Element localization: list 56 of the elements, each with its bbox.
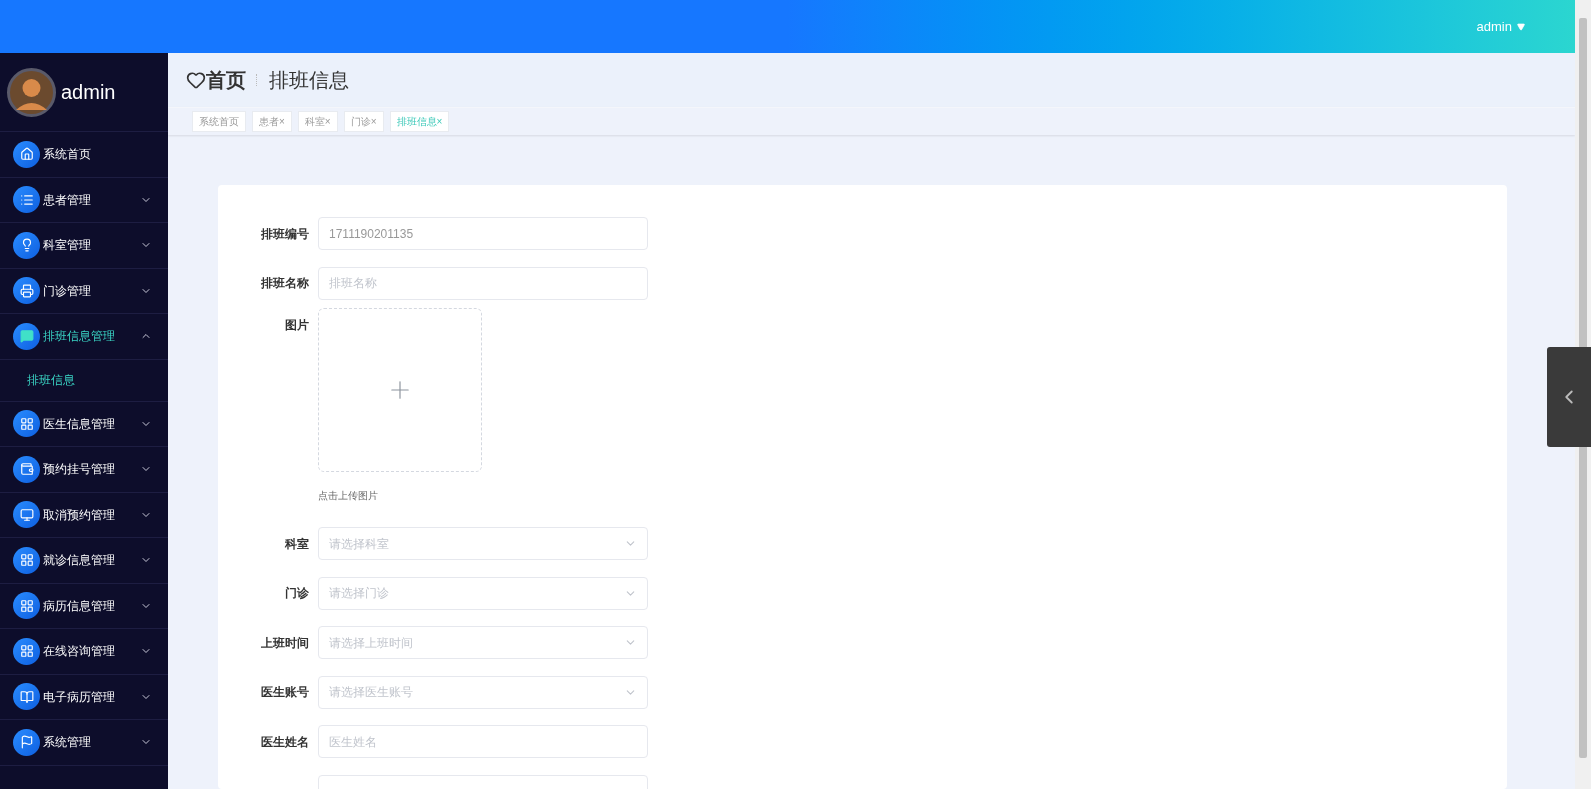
printer-icon: [19, 283, 34, 298]
field-label: 门诊: [285, 585, 309, 603]
grid-icon: [19, 644, 34, 659]
grid-icon: [19, 553, 34, 568]
sidebar-item-label: 取消预约管理: [43, 506, 115, 524]
field-label: 排班编号: [261, 225, 309, 243]
sidebar-username: admin: [61, 80, 116, 105]
sidebar-item-label: 医生信息管理: [43, 415, 115, 433]
sidebar-item[interactable]: 病历信息管理: [0, 583, 168, 629]
sidebar-item-label: 预约挂号管理: [43, 461, 115, 479]
grid-icon: [19, 598, 34, 613]
image-upload[interactable]: [318, 308, 482, 472]
field-label: 图片: [285, 317, 309, 334]
sidebar-item-label: 就诊信息管理: [43, 552, 115, 570]
breadcrumb-item: 排班信息: [269, 68, 349, 93]
book-icon: [19, 689, 34, 704]
field-label: 排班名称: [261, 275, 309, 293]
field-label: 医生账号: [261, 684, 309, 702]
caret-icon: [1517, 22, 1525, 31]
side-panel-handle[interactable]: [1547, 347, 1591, 447]
sidebar-item-label: 病历信息管理: [43, 597, 115, 615]
sidebar-item[interactable]: 电子病历管理: [0, 674, 168, 720]
sidebar-item-label: 在线咨询管理: [43, 643, 115, 661]
sidebar-item-label: 门诊管理: [43, 282, 91, 300]
sidebar-item[interactable]: 门诊管理: [0, 268, 168, 314]
sidebar-item[interactable]: 取消预约管理: [0, 492, 168, 538]
list-icon: [19, 192, 34, 207]
upload-hint: 点击上传图片: [318, 489, 379, 503]
grid-icon: [19, 416, 34, 431]
sidebar-item[interactable]: 系统首页: [0, 132, 168, 178]
field-label: 医生姓名: [261, 733, 309, 751]
monitor-icon: [19, 507, 34, 522]
sidebar-item[interactable]: 就诊信息管理: [0, 538, 168, 584]
chat-icon: [19, 329, 34, 344]
sidebar-item-label: 电子病历管理: [43, 688, 115, 706]
sidebar-item[interactable]: 排班信息管理: [0, 314, 168, 360]
sidebar-item[interactable]: 患者管理: [0, 177, 168, 223]
submenu-item[interactable]: 排班信息: [0, 359, 168, 402]
wallet-icon: [19, 462, 34, 477]
field-label: 上班时间: [261, 634, 309, 652]
avatar: [7, 67, 56, 117]
sidebar-item-label: 科室管理: [43, 237, 91, 255]
sidebar-item-label: 系统首页: [43, 146, 91, 164]
field-label: 科室: [285, 535, 309, 553]
sidebar-item[interactable]: 医生信息管理: [0, 401, 168, 447]
sidebar-item[interactable]: 系统管理: [0, 720, 168, 766]
sidebar-item[interactable]: 预约挂号管理: [0, 447, 168, 493]
heart-icon: [186, 70, 206, 90]
sidebar-item[interactable]: 科室管理: [0, 223, 168, 269]
sidebar-item-label: 患者管理: [43, 191, 91, 209]
sidebar-item[interactable]: 在线咨询管理: [0, 629, 168, 675]
sidebar-item-label: 系统管理: [43, 734, 91, 752]
sidebar-item-label: 排班信息管理: [43, 328, 115, 346]
breadcrumb-item[interactable]: 首页: [206, 65, 246, 95]
flag-icon: [19, 735, 34, 750]
home-icon: [19, 147, 34, 162]
